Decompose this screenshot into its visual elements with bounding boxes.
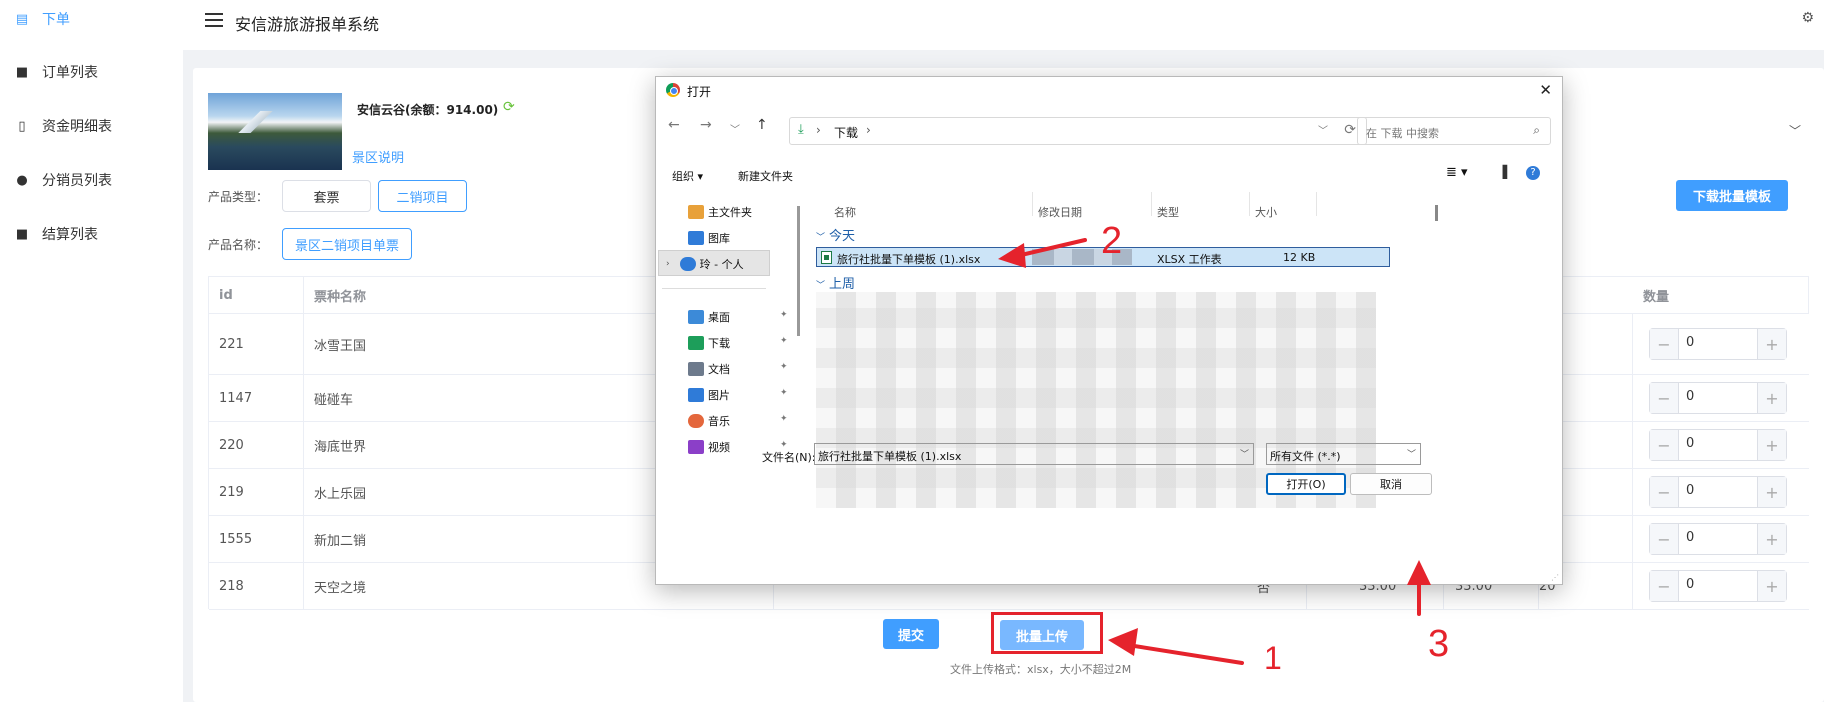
step-3-label: 3 [1428,623,1450,665]
arrow-1-shaft [1126,643,1244,665]
arrow-2-shaft [1015,238,1087,258]
step-1-label: 1 [1264,640,1282,676]
annotation-overlay [998,238,1431,665]
arrow-2-head [998,243,1026,268]
step-2-label: 2 [1101,220,1123,262]
arrow-1-head [1108,628,1138,656]
arrow-3-head [1407,560,1431,585]
